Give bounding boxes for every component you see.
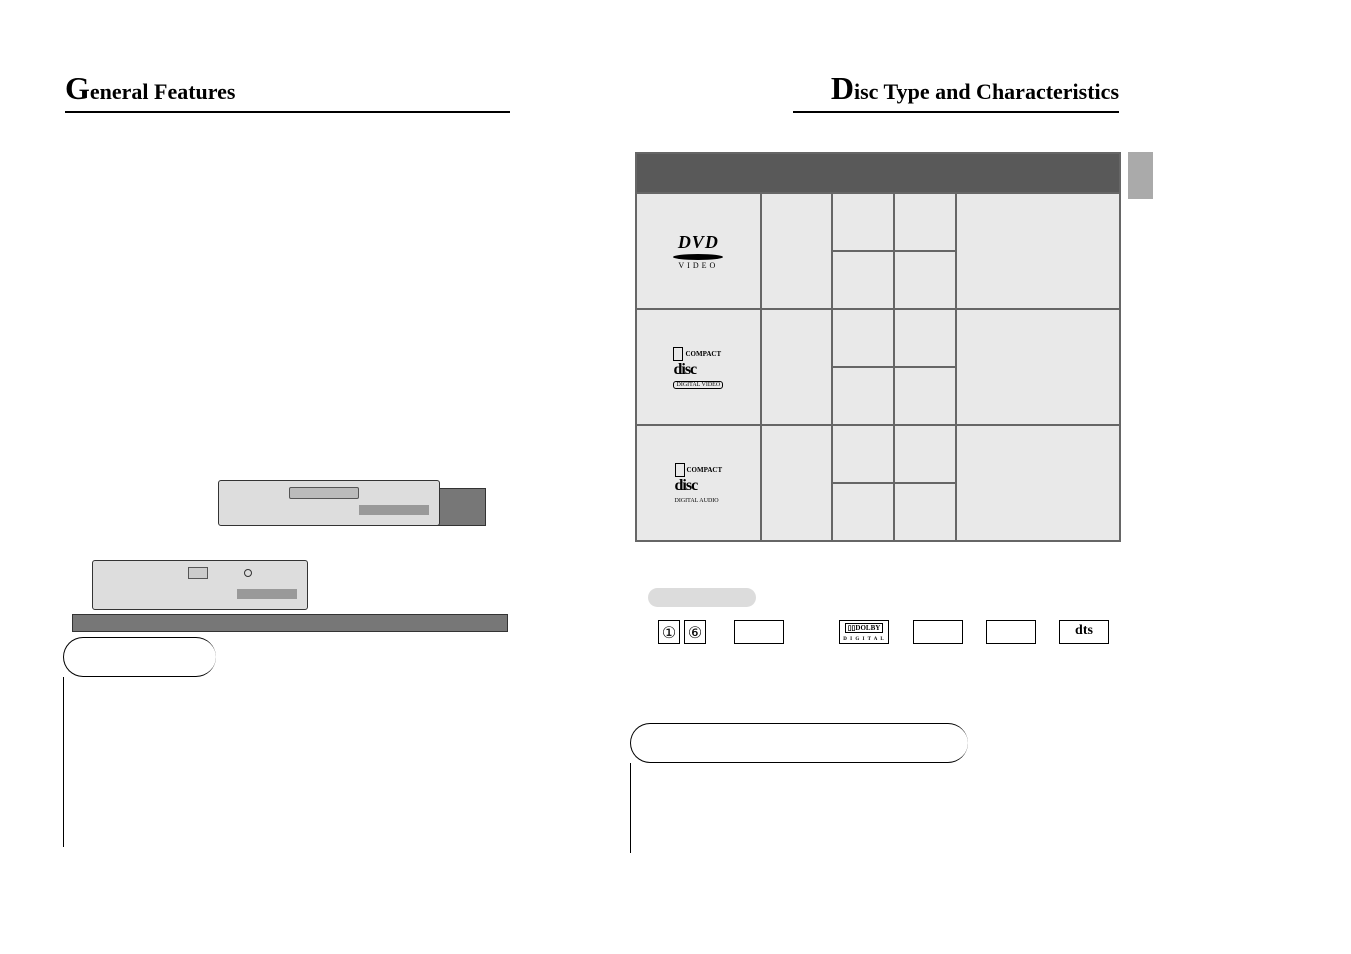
cd-logo-cell: COMPACT disc DIGITAL AUDIO: [636, 425, 761, 541]
vcd-logo-cell: COMPACT disc DIGITAL VIDEO: [636, 309, 761, 425]
marking-box-5: [913, 620, 963, 644]
dvd-rec: [761, 193, 833, 309]
cd-mid: disc: [675, 477, 698, 494]
vcd-mid: disc: [673, 361, 696, 378]
dolby-box: ▯▯DOLBY D I G I T A L: [839, 620, 889, 644]
dvd-size-1: [832, 193, 894, 251]
cd-bottom: DIGITAL AUDIO: [675, 498, 719, 504]
disc-marking-header: [648, 588, 756, 607]
vcd-size-1: [832, 309, 894, 367]
dts-text: dts: [1075, 623, 1093, 638]
dvd-player-illustration-bottom: [92, 560, 308, 610]
dts-box: dts: [1059, 620, 1109, 644]
row-dvd-1: DVD VIDEO: [636, 193, 1120, 251]
th-size: [832, 153, 894, 193]
marking-box-3: [734, 620, 784, 644]
dolby-bottom: D I G I T A L: [843, 637, 884, 642]
vcd-rec: [761, 309, 833, 425]
page-title-right: Disc Type and Characteristics: [793, 70, 1119, 113]
title-right-rest: isc Type and Characteristics: [854, 79, 1119, 104]
vcd-top: COMPACT: [685, 349, 721, 357]
dvd-disc-icon: [673, 254, 723, 260]
th-logo: [636, 153, 761, 193]
dvd-size-2: [832, 251, 894, 309]
tray-icon: [289, 487, 359, 499]
callout-box-left: [63, 637, 216, 677]
title-left-rest: eneral Features: [90, 79, 236, 104]
button-row-icon: [237, 589, 297, 599]
callout-line-left: [63, 677, 65, 847]
th-time: [894, 153, 956, 193]
vcd-size-2: [832, 367, 894, 425]
callout-line-right: [630, 763, 632, 853]
cd-box-icon: [673, 347, 683, 361]
button-row-icon: [359, 505, 429, 515]
dvd-time-1: [894, 193, 956, 251]
knob-icon: [244, 569, 252, 577]
cd-rec: [761, 425, 833, 541]
dolby-top: DOLBY: [855, 624, 880, 632]
cd-box-icon: [675, 463, 685, 477]
dvd-time-2: [894, 251, 956, 309]
th-rec: [761, 153, 833, 193]
vcd-time-1: [894, 309, 956, 367]
cd-size-2: [832, 483, 894, 541]
vcd-bottom: DIGITAL VIDEO: [673, 381, 723, 389]
dvd-char: [956, 193, 1120, 309]
region-6-icon: ⑥: [688, 625, 702, 642]
dvd-player-illustration-top: [218, 480, 440, 526]
page-side-tab: [1128, 152, 1153, 199]
cd-size-1: [832, 425, 894, 483]
cd-char: [956, 425, 1120, 541]
dvd-logo-cell: DVD VIDEO: [636, 193, 761, 309]
dvd-logo-sub: VIDEO: [637, 261, 760, 270]
region-1-icon: ①: [662, 625, 676, 642]
row-cd-1: COMPACT disc DIGITAL AUDIO: [636, 425, 1120, 483]
th-char: [956, 153, 1120, 193]
page-title-left: General Features: [65, 70, 510, 113]
vcd-char: [956, 309, 1120, 425]
region-1-box: ①: [658, 620, 680, 644]
title-right-cap: D: [831, 70, 854, 106]
row-vcd-1: COMPACT disc DIGITAL VIDEO: [636, 309, 1120, 367]
dvd-logo-text: DVD: [678, 232, 719, 252]
marking-box-6: [986, 620, 1036, 644]
title-left-cap: G: [65, 70, 90, 106]
vcd-time-2: [894, 367, 956, 425]
disc-characteristics-table: DVD VIDEO COMPACT disc DIGITAL VIDEO: [635, 152, 1121, 542]
display-icon: [188, 567, 208, 579]
callout-box-right: [630, 723, 968, 763]
region-6-box: ⑥: [684, 620, 706, 644]
table-header-row: [636, 153, 1120, 193]
cd-time-2: [894, 483, 956, 541]
dvd-player-shadow-bottom: [72, 614, 508, 632]
cd-time-1: [894, 425, 956, 483]
cd-top: COMPACT: [687, 465, 723, 473]
